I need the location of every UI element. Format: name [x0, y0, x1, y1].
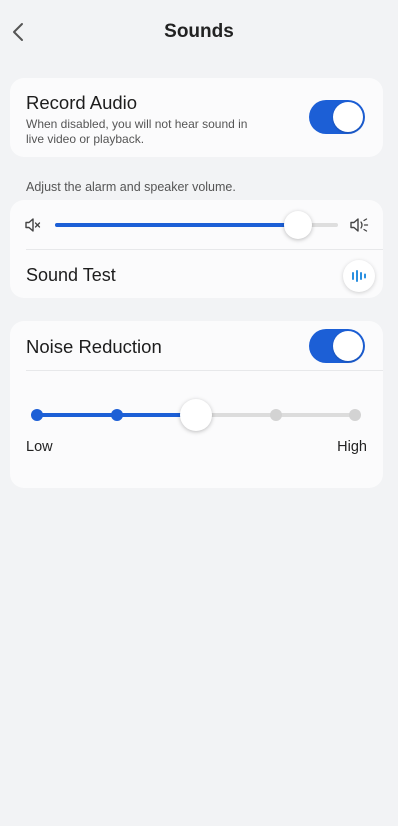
record-audio-card: Record Audio When disabled, you will not…: [10, 78, 383, 157]
toggle-knob: [333, 102, 363, 132]
noise-level-step-1[interactable]: [31, 409, 43, 421]
volume-card: Sound Test: [10, 200, 383, 298]
record-audio-title: Record Audio: [26, 92, 138, 113]
noise-reduction-slider[interactable]: [31, 399, 361, 431]
divider: [26, 370, 383, 371]
header: Sounds: [0, 0, 398, 64]
sound-wave-icon: [352, 270, 366, 282]
page-title: Sounds: [164, 21, 234, 42]
sound-test-label: Sound Test: [26, 265, 116, 285]
toggle-knob: [333, 331, 363, 361]
noise-reduction-slider-thumb[interactable]: [180, 399, 212, 431]
noise-reduction-title: Noise Reduction: [26, 336, 162, 357]
volume-slider-fill: [55, 223, 299, 227]
sound-test-button[interactable]: [343, 260, 375, 292]
volume-slider-thumb[interactable]: [284, 211, 313, 239]
noise-level-step-2[interactable]: [110, 409, 123, 421]
record-audio-description: When disabled, you will not hear sound i…: [26, 117, 248, 146]
volume-slider[interactable]: [55, 211, 338, 239]
speaker-loud-icon: [348, 215, 370, 235]
low-label: Low: [26, 439, 53, 455]
record-audio-toggle[interactable]: [309, 100, 365, 134]
divider: [26, 249, 383, 250]
noise-level-step-5[interactable]: [349, 409, 361, 421]
speaker-mute-icon: [23, 215, 43, 235]
noise-reduction-card: Noise Reduction Low High: [10, 321, 383, 488]
high-label: High: [337, 439, 367, 455]
volume-hint: Adjust the alarm and speaker volume.: [26, 180, 236, 194]
noise-reduction-toggle[interactable]: [309, 329, 365, 363]
noise-level-step-4[interactable]: [269, 409, 282, 421]
